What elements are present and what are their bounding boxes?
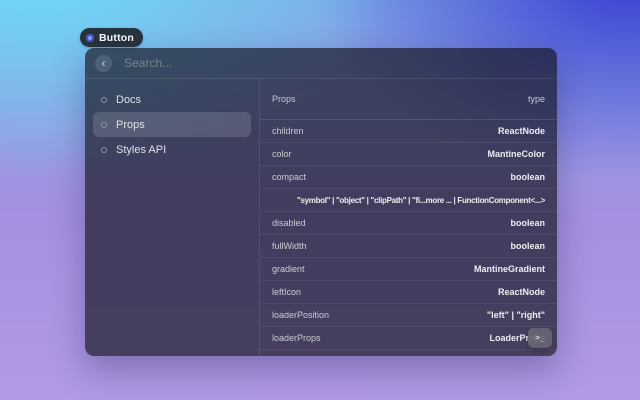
prop-name: disabled bbox=[272, 218, 306, 228]
props-table-rows: children ReactNode color MantineColor compac… bbox=[260, 120, 557, 356]
console-toggle-button[interactable]: >_ bbox=[528, 328, 552, 348]
prop-type: "symbol" | "object" | "clipPath" | "fi..… bbox=[297, 196, 545, 205]
prop-name: children bbox=[272, 126, 304, 136]
table-row: children ReactNode bbox=[260, 120, 557, 143]
prop-type: ReactNode bbox=[498, 287, 545, 297]
sidebar: Docs Props Styles API bbox=[85, 79, 260, 356]
prop-type: boolean bbox=[510, 241, 545, 251]
table-row: leftIcon ReactNode bbox=[260, 281, 557, 304]
props-table-header: Props type bbox=[260, 79, 557, 120]
prop-type: boolean bbox=[510, 172, 545, 182]
prop-name: leftIcon bbox=[272, 287, 301, 297]
sidebar-item-styles-api[interactable]: Styles API bbox=[93, 137, 251, 162]
search-input[interactable] bbox=[122, 55, 547, 71]
panel-body: Docs Props Styles API Props type children R… bbox=[85, 79, 557, 356]
prop-name: fullWidth bbox=[272, 241, 307, 251]
component-badge[interactable]: Button bbox=[80, 28, 143, 47]
props-header-label: Props bbox=[272, 94, 296, 104]
spotlight-panel: ‹ Docs Props Styles API Props type childre… bbox=[85, 48, 557, 356]
circle-icon bbox=[101, 122, 107, 128]
table-row: loaderPropsLoaderProps bbox=[260, 327, 557, 350]
prop-name: gradient bbox=[272, 264, 305, 274]
prop-type: MantineColor bbox=[488, 149, 546, 159]
chevron-left-icon: ‹ bbox=[102, 56, 106, 70]
prop-type: "left" | "right" bbox=[487, 310, 545, 320]
sidebar-item-label: Docs bbox=[116, 94, 141, 106]
prop-type: MantineGradient bbox=[474, 264, 545, 274]
prop-name: loaderProps bbox=[272, 333, 321, 343]
table-row: loadingboolean bbox=[260, 350, 557, 356]
table-row: gradient MantineGradient bbox=[260, 258, 557, 281]
back-button[interactable]: ‹ bbox=[95, 55, 112, 72]
sidebar-item-docs[interactable]: Docs bbox=[93, 87, 251, 112]
search-bar: ‹ bbox=[85, 48, 557, 79]
table-row: fullWidth boolean bbox=[260, 235, 557, 258]
table-row: compact boolean bbox=[260, 166, 557, 189]
component-badge-label: Button bbox=[99, 32, 134, 44]
prop-name: compact bbox=[272, 172, 306, 182]
sidebar-item-label: Styles API bbox=[116, 144, 166, 156]
circle-icon bbox=[101, 97, 107, 103]
sidebar-item-props[interactable]: Props bbox=[93, 112, 251, 137]
component-dot-icon bbox=[86, 34, 94, 42]
type-header-label: type bbox=[528, 94, 545, 104]
table-row: disabled boolean bbox=[260, 212, 557, 235]
prop-name: loaderPosition bbox=[272, 310, 329, 320]
prop-name: color bbox=[272, 149, 292, 159]
prop-type: ReactNode bbox=[498, 126, 545, 136]
props-table: Props type children ReactNode color Mantine… bbox=[260, 79, 557, 356]
table-row: "symbol" | "object" | "clipPath" | "fi..… bbox=[260, 189, 557, 212]
prop-type: boolean bbox=[510, 218, 545, 228]
table-row: loaderPosition "left" | "right" bbox=[260, 304, 557, 327]
sidebar-item-label: Props bbox=[116, 119, 145, 131]
circle-icon bbox=[101, 147, 107, 153]
table-row: color MantineColor bbox=[260, 143, 557, 166]
